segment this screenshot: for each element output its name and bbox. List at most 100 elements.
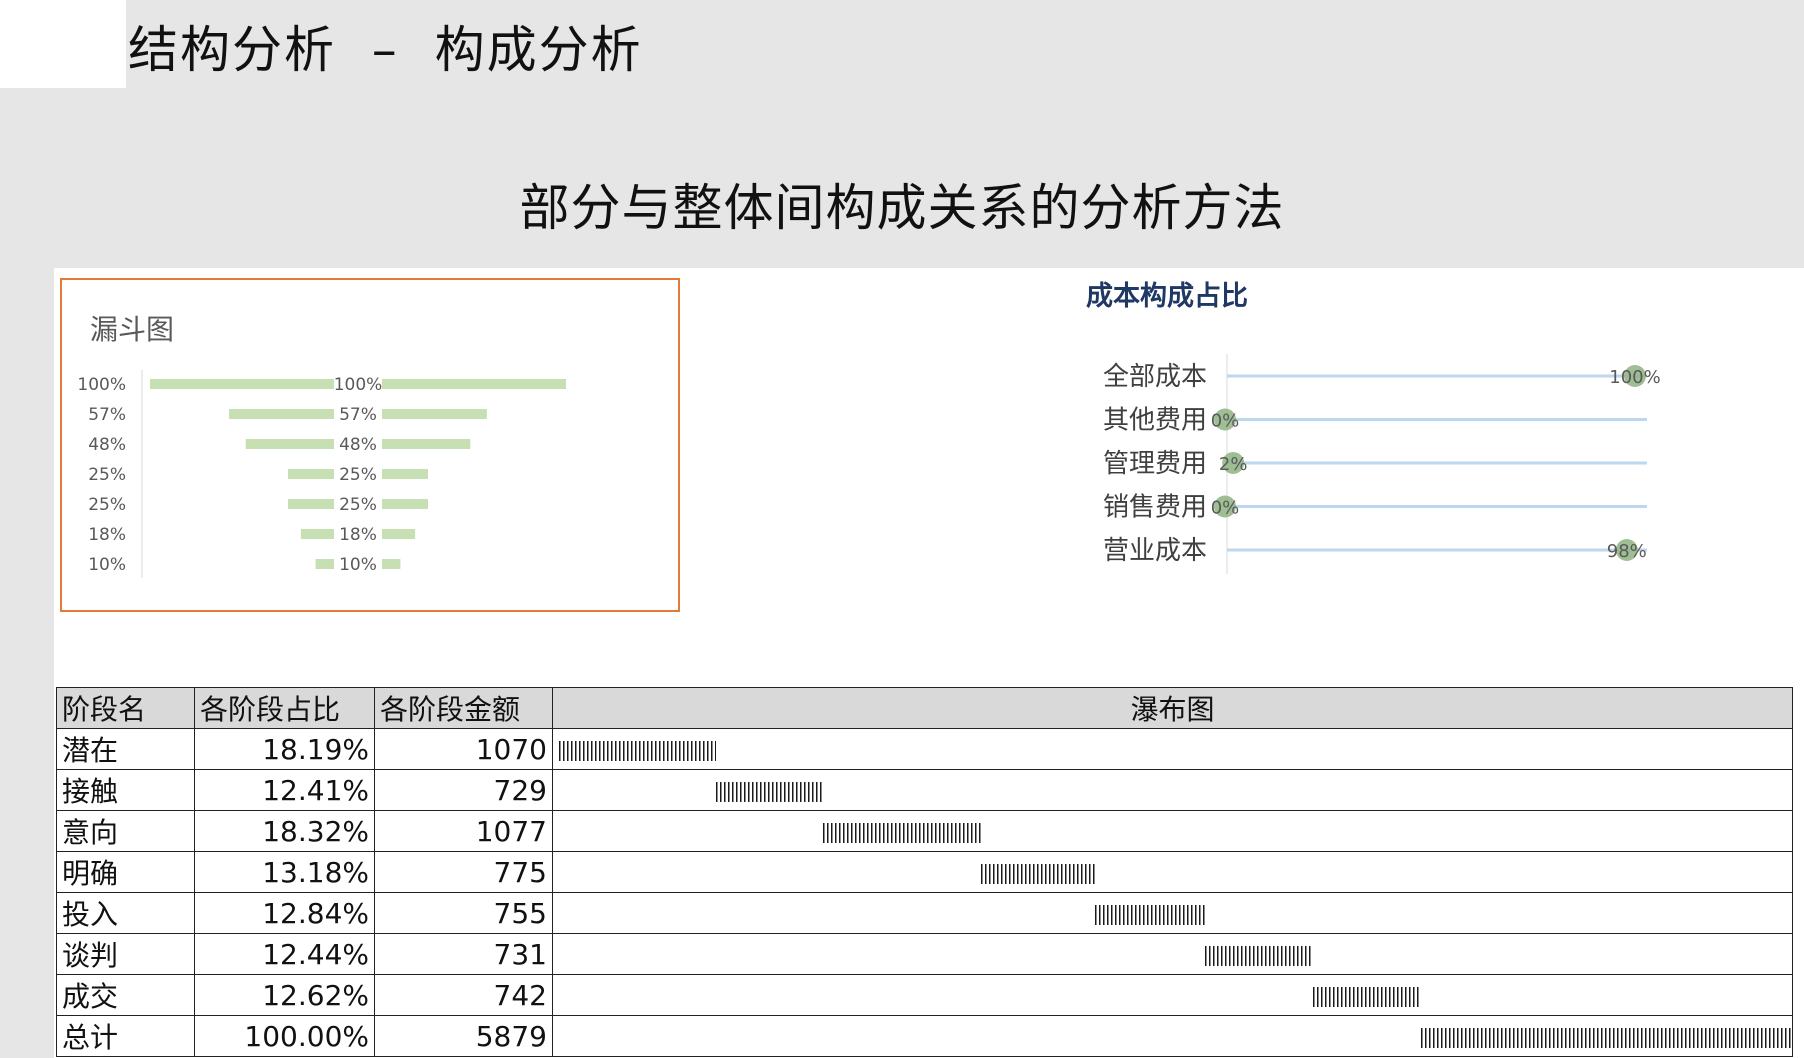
content-panel: 漏斗图 100% 100% 57% 57% 48% 48% 25% 25% 25% 25% 18% 1… — [54, 268, 1804, 1058]
share-cell: 12.62% — [194, 974, 375, 1016]
cost-category-label: 营业成本 — [1103, 536, 1207, 566]
corner-block — [0, 0, 126, 88]
funnel-data-label: 25% — [339, 495, 377, 515]
share-cell: 18.32% — [194, 810, 375, 852]
amount-cell: 775 — [374, 851, 553, 893]
funnel-bar-right — [382, 529, 416, 539]
amount-cell: 742 — [374, 974, 553, 1016]
funnel-bar-left — [150, 379, 334, 389]
share-cell: 18.19% — [194, 728, 375, 770]
stage-cell: 谈判 — [56, 933, 195, 975]
funnel-bar-left — [288, 469, 334, 479]
stage-cell: 明确 — [56, 851, 195, 893]
table-row: 谈判 12.44% 731 — [56, 933, 1793, 975]
funnel-bar-right — [382, 499, 428, 509]
cost-category-label: 全部成本 — [1103, 362, 1207, 392]
funnel-bar-left — [245, 439, 334, 449]
waterfall-bar — [980, 864, 1095, 884]
funnel-bar-left — [288, 499, 334, 509]
amount-cell: 1070 — [374, 728, 553, 770]
funnel-category-label: 10% — [88, 555, 126, 575]
waterfall-cell — [552, 769, 1793, 811]
waterfall-bar — [1421, 1028, 1792, 1048]
funnel-category-label: 18% — [88, 525, 126, 545]
column-header-share: 各阶段占比 — [194, 687, 375, 729]
waterfall-bar — [1312, 987, 1422, 1007]
funnel-bar-left — [315, 559, 334, 569]
cost-category-label: 管理费用 — [1103, 449, 1207, 479]
funnel-chart: 100% 100% 57% 57% 48% 48% 25% 25% 25% 25% 18% 18% 10… — [77, 370, 566, 578]
waterfall-bar — [715, 782, 823, 802]
funnel-category-label: 57% — [88, 405, 126, 425]
funnel-data-label: 48% — [339, 435, 377, 455]
cost-data-label: 100% — [1609, 367, 1660, 388]
funnel-bar-right — [382, 469, 428, 479]
waterfall-bar — [822, 823, 981, 843]
waterfall-cell — [552, 810, 1793, 852]
funnel-bar-right — [382, 409, 487, 419]
waterfall-bar — [1094, 905, 1206, 925]
funnel-category-label: 48% — [88, 435, 126, 455]
stage-cell: 成交 — [56, 974, 195, 1016]
waterfall-cell — [552, 933, 1793, 975]
column-header-amount: 各阶段金额 — [374, 687, 553, 729]
cost-data-label: 98% — [1607, 541, 1647, 562]
funnel-data-label: 57% — [339, 405, 377, 425]
cost-category-label: 销售费用 — [1103, 493, 1207, 523]
cost-composition-chart: 成本构成占比 全部成本 100%其他费用 0%管理费用 2%销售费用 0%营业成本 98% — [1086, 281, 1661, 574]
funnel-category-label: 100% — [77, 375, 126, 395]
funnel-bar-right — [382, 379, 566, 389]
cost-data-label: 0% — [1211, 498, 1240, 519]
table-row: 成交 12.62% 742 — [56, 974, 1793, 1016]
waterfall-cell — [552, 974, 1793, 1016]
slide-title: 结构分析 – 构成分析 — [128, 21, 643, 79]
table-row: 潜在 18.19% 1070 — [56, 728, 1793, 770]
funnel-data-label: 100% — [334, 375, 383, 395]
column-header-waterfall: 瀑布图 — [552, 687, 1793, 729]
share-cell: 12.41% — [194, 769, 375, 811]
waterfall-bar — [1205, 946, 1313, 966]
amount-cell: 731 — [374, 933, 553, 975]
funnel-data-label: 10% — [339, 555, 377, 575]
page-subtitle: 部分与整体间构成关系的分析方法 — [519, 179, 1285, 237]
waterfall-cell — [552, 892, 1793, 934]
funnel-bar-right — [382, 439, 471, 449]
stage-cell: 投入 — [56, 892, 195, 934]
amount-cell: 755 — [374, 892, 553, 934]
stage-cell: 总计 — [56, 1015, 195, 1057]
waterfall-bar — [559, 741, 716, 761]
funnel-bar-left — [300, 529, 334, 539]
amount-cell: 5879 — [374, 1015, 553, 1057]
stage-cell: 意向 — [56, 810, 195, 852]
amount-cell: 1077 — [374, 810, 553, 852]
stage-cell: 接触 — [56, 769, 195, 811]
waterfall-cell — [552, 1015, 1793, 1057]
funnel-category-label: 25% — [88, 465, 126, 485]
funnel-bar-left — [229, 409, 334, 419]
share-cell: 100.00% — [194, 1015, 375, 1057]
funnel-bar-right — [382, 559, 401, 569]
table-row: 接触 12.41% 729 — [56, 769, 1793, 811]
stage-cell: 潜在 — [56, 728, 195, 770]
table-row: 意向 18.32% 1077 — [56, 810, 1793, 852]
funnel-category-label: 25% — [88, 495, 126, 515]
table-row: 投入 12.84% 755 — [56, 892, 1793, 934]
cost-chart-title: 成本构成占比 — [1086, 281, 1248, 312]
waterfall-cell — [552, 851, 1793, 893]
funnel-data-label: 18% — [339, 525, 377, 545]
share-cell: 12.44% — [194, 933, 375, 975]
funnel-data-label: 25% — [339, 465, 377, 485]
cost-category-label: 其他费用 — [1103, 406, 1207, 436]
cost-data-label: 0% — [1211, 411, 1240, 432]
share-cell: 13.18% — [194, 851, 375, 893]
funnel-chart-card[interactable]: 漏斗图 100% 100% 57% 57% 48% 48% 25% 25% 25% 25% 18% 1… — [60, 278, 680, 612]
table-row: 明确 13.18% 775 — [56, 851, 1793, 893]
cost-data-label: 2% — [1219, 454, 1248, 475]
table-header-row: 阶段名 各阶段占比 各阶段金额 瀑布图 — [56, 687, 1793, 729]
table-row: 总计 100.00% 5879 — [56, 1015, 1793, 1057]
share-cell: 12.84% — [194, 892, 375, 934]
amount-cell: 729 — [374, 769, 553, 811]
stage-table: 阶段名 各阶段占比 各阶段金额 瀑布图 潜在 18.19% 1070 接触 12.41%… — [56, 687, 1793, 1057]
column-header-stage: 阶段名 — [56, 687, 195, 729]
waterfall-cell — [552, 728, 1793, 770]
